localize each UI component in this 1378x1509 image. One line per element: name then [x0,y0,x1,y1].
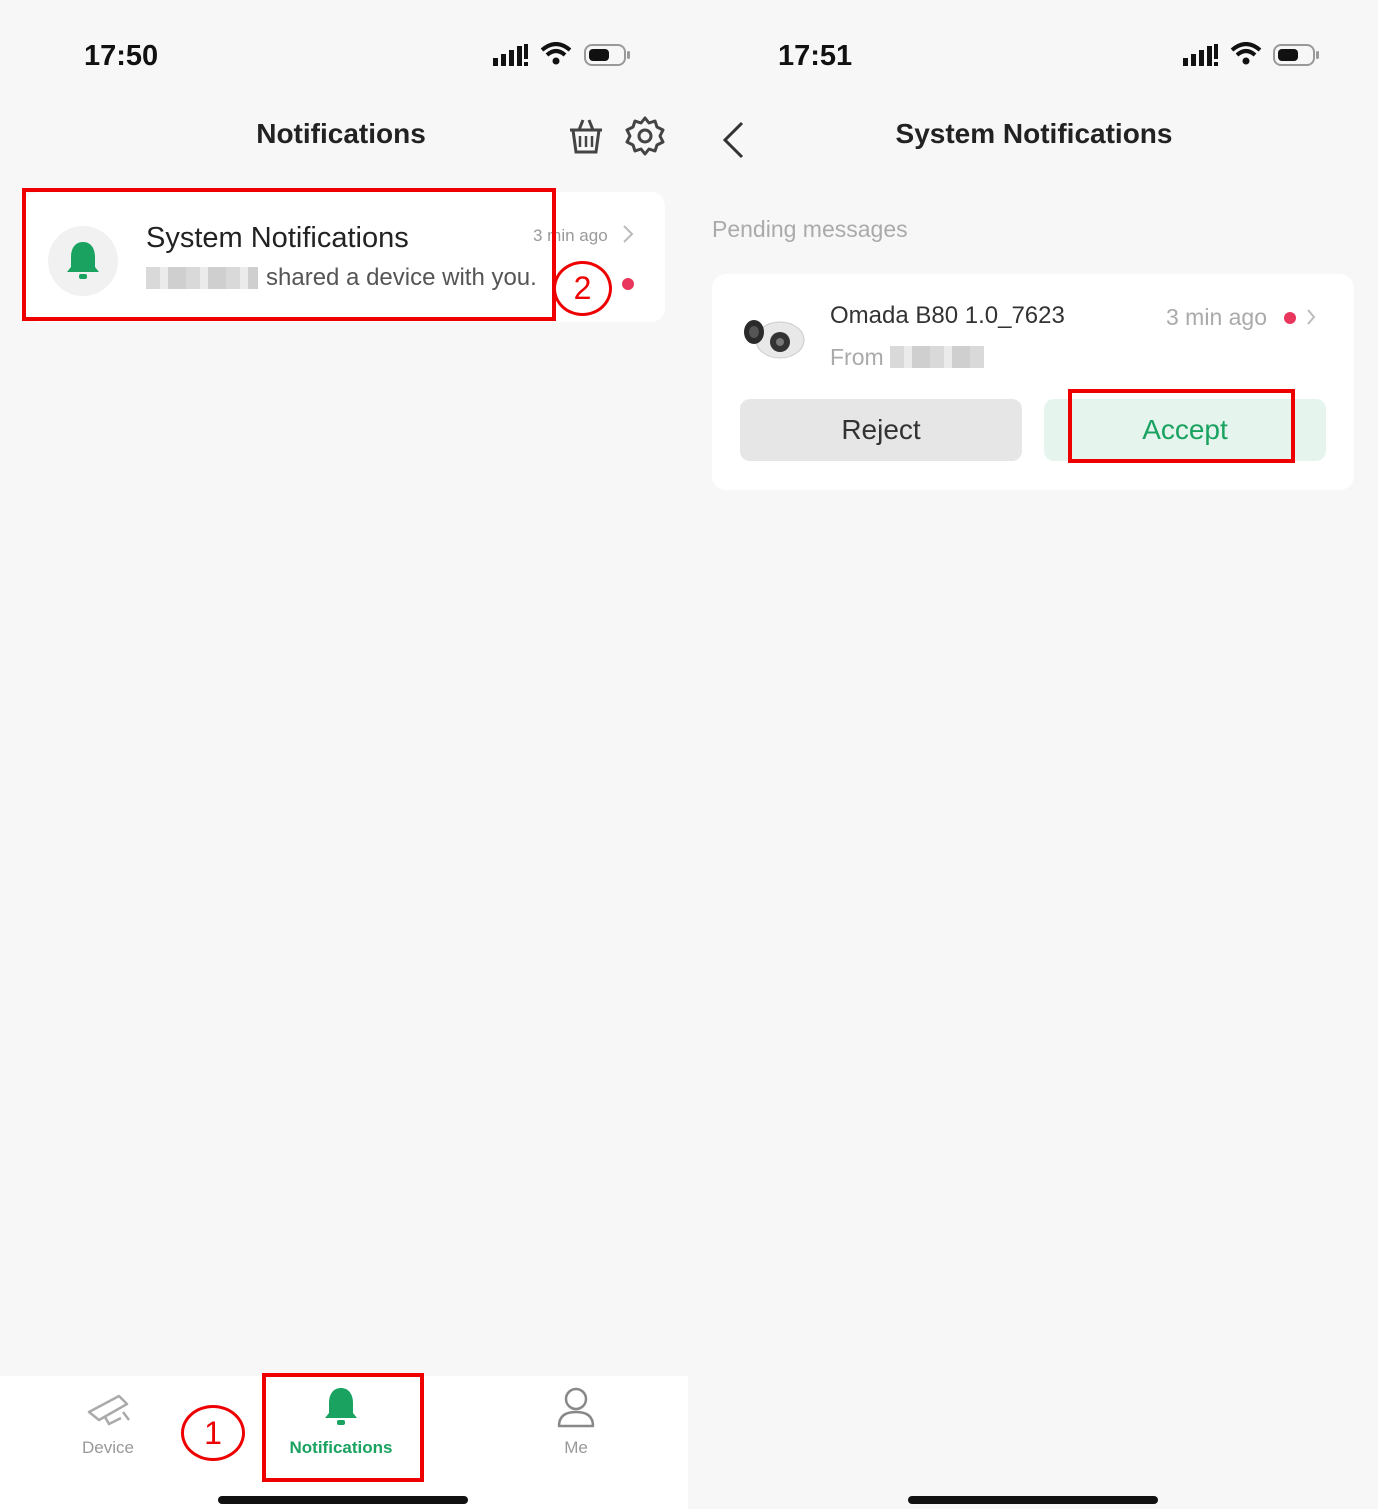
unread-dot [1284,312,1296,324]
tab-me-label[interactable]: Me [536,1438,616,1458]
camera-icon [85,1390,133,1435]
message-time: 3 min ago [1166,304,1268,330]
person-icon[interactable] [556,1386,596,1433]
wifi-icon [540,42,572,71]
trash-basket-icon[interactable] [566,116,606,161]
section-label: Pending messages [712,216,908,242]
status-time: 17:50 [84,40,159,72]
system-notifications-screen: 17:51 System Notifications Pending messa… [690,0,1378,1509]
step-1-marker: 1 [181,1405,245,1461]
battery-icon [584,43,632,72]
notifications-screen: 17:50 Notifications System Notifications… [0,0,688,1509]
chevron-right-icon [1306,308,1316,331]
camera-device-icon [742,310,806,367]
highlight-box-accept [1068,389,1295,463]
step-2-marker: 2 [553,261,612,316]
gear-icon[interactable] [624,115,666,162]
home-indicator [218,1496,468,1504]
highlight-box-1 [262,1373,424,1482]
cellular-icon [493,44,529,71]
redacted-sender [890,346,984,368]
battery-icon [1273,43,1321,72]
unread-dot [622,278,634,290]
tab-device-label[interactable]: Device [58,1438,158,1458]
highlight-box-2 [22,188,556,321]
chevron-right-icon [622,224,634,249]
wifi-icon [1230,42,1262,71]
reject-button[interactable]: Reject [740,399,1022,461]
status-time: 17:51 [778,40,853,72]
from-label: From [830,344,884,370]
cellular-icon [1183,44,1219,71]
device-name: Omada B80 1.0_7623 [830,302,1065,329]
page-title: System Notifications [895,118,1173,149]
home-indicator [908,1496,1158,1504]
